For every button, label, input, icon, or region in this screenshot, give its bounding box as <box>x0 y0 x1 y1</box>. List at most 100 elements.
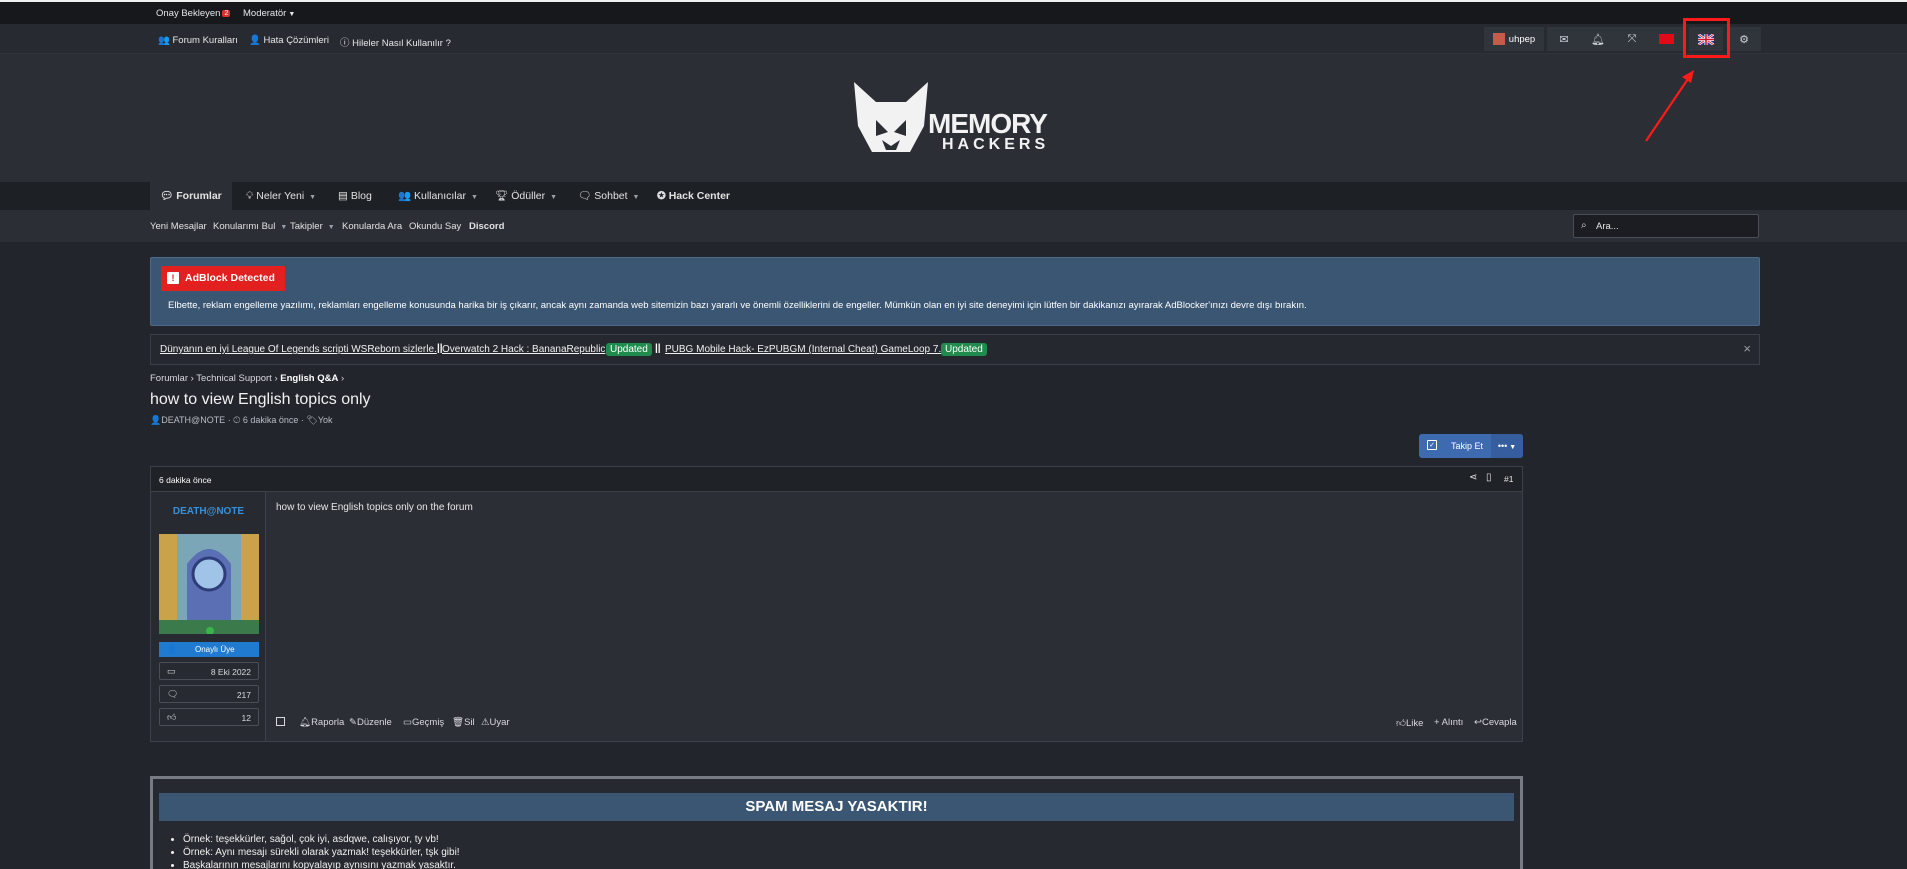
users-icon: 👥 <box>158 35 170 46</box>
messages-stat: 🗨︎ 217 <box>159 685 259 703</box>
warn-button[interactable]: ⚠Uyar <box>481 717 510 728</box>
chevron-down-icon: ▼ <box>470 194 478 201</box>
subnav-find-threads[interactable]: Konularımı Bul ▼ <box>213 221 287 232</box>
tab-hack-center[interactable]: ✪ Hack Center <box>647 182 740 210</box>
share-icon[interactable]: ⋖ <box>1469 472 1477 483</box>
reply-button[interactable]: ↩Cevapla <box>1474 717 1517 728</box>
users-icon: 👥 <box>398 190 412 202</box>
breadcrumb-technical-support[interactable]: Technical Support <box>196 373 272 384</box>
bug-fixes-link[interactable]: 👤 Hata Çözümleri <box>249 35 329 46</box>
subnav-discord[interactable]: Discord <box>469 221 504 232</box>
list-item: Örnek: Aynı mesajı sürekli olarak yazmak… <box>183 846 460 859</box>
messages-value: 217 <box>236 690 251 700</box>
delete-label: Sil <box>464 717 475 728</box>
adblock-title-text: AdBlock Detected <box>185 272 275 284</box>
search-input[interactable]: ⌕ Ara... <box>1573 214 1759 238</box>
like-button[interactable]: 👍︎Like <box>1396 717 1423 729</box>
trash-icon: 🗑︎ <box>452 717 465 728</box>
ticker-link-pubg[interactable]: PUBG Mobile Hack- EzPUBGM (Internal Chea… <box>665 344 947 355</box>
role-label: Onaylı Üye <box>195 645 235 654</box>
logo-text-hackers: HACKERS <box>942 136 1050 153</box>
breadcrumb-english-qa[interactable]: English Q&A <box>280 373 338 384</box>
thread-tags: Yok <box>317 415 333 425</box>
list-item: Örnek: teşekkürler, sağol, çok iyi, asdq… <box>183 833 460 846</box>
chevron-down-icon: ▼ <box>309 194 317 201</box>
edit-button[interactable]: ✎Düzenle <box>349 717 392 728</box>
info-icon: ⓘ <box>340 38 350 49</box>
quote-button[interactable]: + Alıntı <box>1434 717 1463 728</box>
moderator-label: Moderatör <box>243 8 287 19</box>
close-icon[interactable]: × <box>1743 341 1751 356</box>
expand-icon: ⤧ <box>1627 32 1637 45</box>
post-body: how to view English topics only on the f… <box>276 502 473 513</box>
post-number[interactable]: #1 <box>1504 474 1513 484</box>
select-checkbox[interactable] <box>276 717 285 729</box>
bell-icon: 🔔︎ <box>299 717 312 728</box>
tab-blog[interactable]: ▤ Blog <box>328 182 382 210</box>
subnav-new-posts[interactable]: Yeni Mesajlar <box>150 221 207 232</box>
bookmark-icon[interactable]: ▯ <box>1486 472 1492 483</box>
tab-chat[interactable]: 🗨︎ Sohbet ▼ <box>568 182 649 210</box>
joined-value: 8 Eki 2022 <box>210 667 251 677</box>
envelope-icon: ✉ <box>1559 33 1569 46</box>
avatar <box>1492 33 1505 45</box>
checkbox-icon <box>276 717 285 726</box>
thread-time[interactable]: 6 dakika önce <box>243 415 299 425</box>
language-tr-button[interactable] <box>1649 27 1683 51</box>
approval-count-badge: 2 <box>222 10 231 17</box>
avatar-image <box>159 534 259 634</box>
avatar[interactable] <box>159 534 259 634</box>
fullscreen-button[interactable]: ⤧ <box>1615 27 1649 51</box>
inbox-button[interactable]: ✉ <box>1547 27 1581 51</box>
forum-rules-link[interactable]: 👥 Forum Kuralları <box>158 35 238 46</box>
settings-button[interactable]: ⚙ <box>1727 27 1761 51</box>
tab-label: Sohbet <box>594 190 628 202</box>
staff-bar: Onay Bekleyen 2 Moderatör ▼ <box>0 2 1907 24</box>
logo-mask-icon <box>854 82 928 152</box>
approval-queue-link[interactable]: Onay Bekleyen 2 <box>156 8 231 19</box>
search-placeholder: Ara... <box>1596 221 1619 232</box>
subnav-find-threads-label: Konularımı Bul <box>213 221 276 232</box>
howto-link[interactable]: ⓘ Hileler Nasıl Kullanılır ? <box>340 35 451 49</box>
post-time[interactable]: 6 dakika önce <box>159 475 211 485</box>
like-label: Like <box>1405 718 1424 729</box>
tab-awards[interactable]: 🏆︎ Ödüller ▼ <box>485 182 567 210</box>
post-header: 6 dakika önce ⋖ ▯ #1 <box>151 467 1522 492</box>
spam-notice-title: SPAM MESAJ YASAKTIR! <box>159 793 1514 821</box>
tab-label: Forumlar <box>176 190 222 202</box>
post-username[interactable]: DEATH@NOTE <box>151 506 266 517</box>
thread-author[interactable]: DEATH@NOTE <box>161 415 225 425</box>
subnav-mark-read[interactable]: Okundu Say <box>409 221 461 232</box>
tab-whats-new[interactable]: 💡︎ Neler Yeni ▼ <box>236 182 326 210</box>
delete-button[interactable]: 🗑︎Sil <box>452 717 475 728</box>
thumbs-up-icon: 👍︎ <box>167 712 177 722</box>
breadcrumb-forums[interactable]: Forumlar <box>150 373 188 384</box>
subnav-search-threads[interactable]: Konularda Ara <box>342 221 402 232</box>
tab-forums[interactable]: 💬︎ Forumlar <box>150 182 232 210</box>
breadcrumb: Forumlar › Technical Support › English Q… <box>150 373 344 384</box>
comment-icon: 🗨︎ <box>578 190 592 202</box>
lightbulb-icon: 💡︎ <box>246 190 254 202</box>
reply-icon: ↩ <box>1474 717 1482 728</box>
howto-label: Hileler Nasıl Kullanılır ? <box>352 38 451 49</box>
site-logo[interactable]: MEMORY HACKERS <box>852 80 1052 158</box>
ticker-link-lol[interactable]: Dünyanın en iyi League Of Legends script… <box>160 344 437 355</box>
spam-notice-list: Örnek: teşekkürler, sağol, çok iyi, asdq… <box>171 833 460 869</box>
report-button[interactable]: 🔔︎Raporla <box>299 717 344 728</box>
ticker-link-overwatch[interactable]: Overwatch 2 Hack : BananaRepublic <box>442 344 605 355</box>
tab-users[interactable]: 👥 Kullanıcılar ▼ <box>388 182 488 210</box>
account-menu[interactable]: uhpep <box>1484 27 1544 51</box>
alerts-button[interactable]: 🔔︎ <box>1581 27 1615 51</box>
adblock-message: Elbette, reklam engelleme yazılımı, rekl… <box>168 300 1307 311</box>
subnav-watched[interactable]: Takipler ▼ <box>290 221 335 232</box>
moderator-menu[interactable]: Moderatör ▼ <box>243 8 295 19</box>
reactions-value: 12 <box>241 713 251 723</box>
follow-button[interactable]: ✓ Takip Et <box>1419 434 1489 458</box>
warn-label: Uyar <box>489 717 510 728</box>
list-item: Başkalarının mesajlarını kopyalayıp aynı… <box>183 859 460 869</box>
tab-label: Neler Yeni <box>256 190 305 202</box>
history-button[interactable]: ▭Geçmiş <box>403 717 444 728</box>
chat-icon: 💬︎ <box>160 190 174 202</box>
chevron-right-icon: › <box>340 373 345 384</box>
more-options-button[interactable]: ••• ▼ <box>1491 434 1523 458</box>
